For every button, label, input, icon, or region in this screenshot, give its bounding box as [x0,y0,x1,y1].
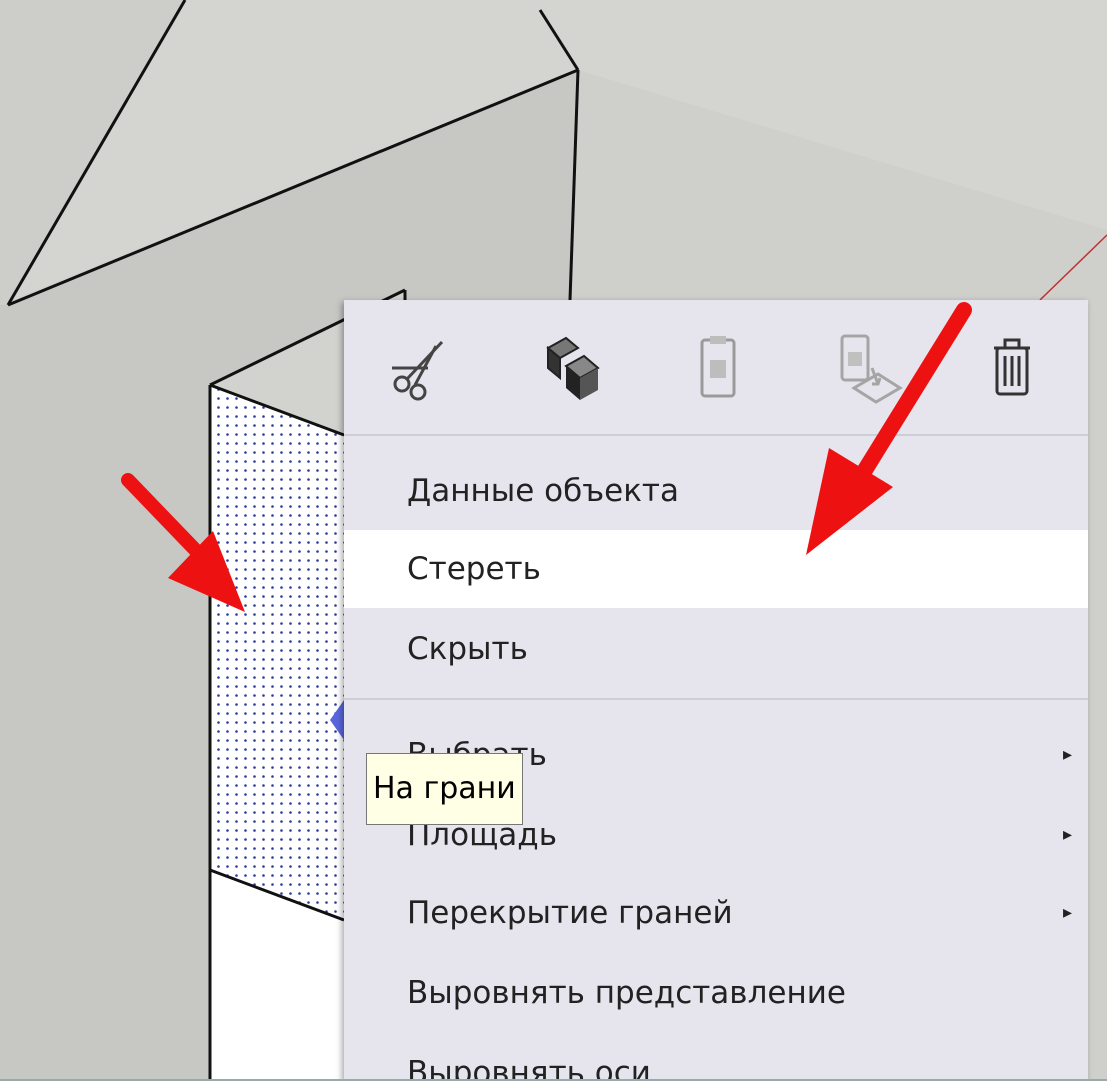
delete-button[interactable] [972,328,1052,408]
copy-icon [546,336,600,400]
context-menu: Данные объекта Стереть Скрыть Выбрать ▸ … [344,300,1088,1081]
menu-item-label: Выровнять представление [407,975,846,1011]
modeling-viewport[interactable]: Данные объекта Стереть Скрыть Выбрать ▸ … [0,0,1107,1081]
menu-item-label: Выровнять оси [407,1055,651,1081]
context-toolbar [344,300,1088,432]
inference-tooltip: На грани [366,753,523,825]
submenu-arrow-icon: ▸ [1062,744,1072,765]
submenu-arrow-icon: ▸ [1062,902,1072,923]
paste-in-place-icon [840,334,903,404]
menu-item-intersect-faces[interactable]: Перекрытие граней ▸ [344,874,1088,952]
menu-item-label: Данные объекта [407,473,679,509]
paste-in-place-button[interactable] [828,328,908,408]
scissors-icon [392,340,444,401]
submenu-arrow-icon: ▸ [1062,824,1072,845]
cut-button[interactable] [380,328,460,408]
menu-item-erase[interactable]: Стереть [344,530,1088,608]
menu-item-align-axes[interactable]: Выровнять оси [344,1034,1088,1081]
menu-item-entity-info[interactable]: Данные объекта [344,452,1088,530]
menu-item-hide[interactable]: Скрыть [344,610,1088,688]
paste-icon [700,336,736,398]
menu-item-label: Стереть [407,551,541,587]
menu-separator [344,434,1088,436]
menu-item-align-view[interactable]: Выровнять представление [344,954,1088,1032]
menu-separator [344,698,1088,700]
menu-item-label: Скрыть [407,631,528,667]
selected-face-pattern [210,385,344,920]
copy-button[interactable] [532,328,612,408]
paste-button[interactable] [678,328,758,408]
menu-item-label: Перекрытие граней [407,895,733,931]
trash-icon [994,338,1030,396]
